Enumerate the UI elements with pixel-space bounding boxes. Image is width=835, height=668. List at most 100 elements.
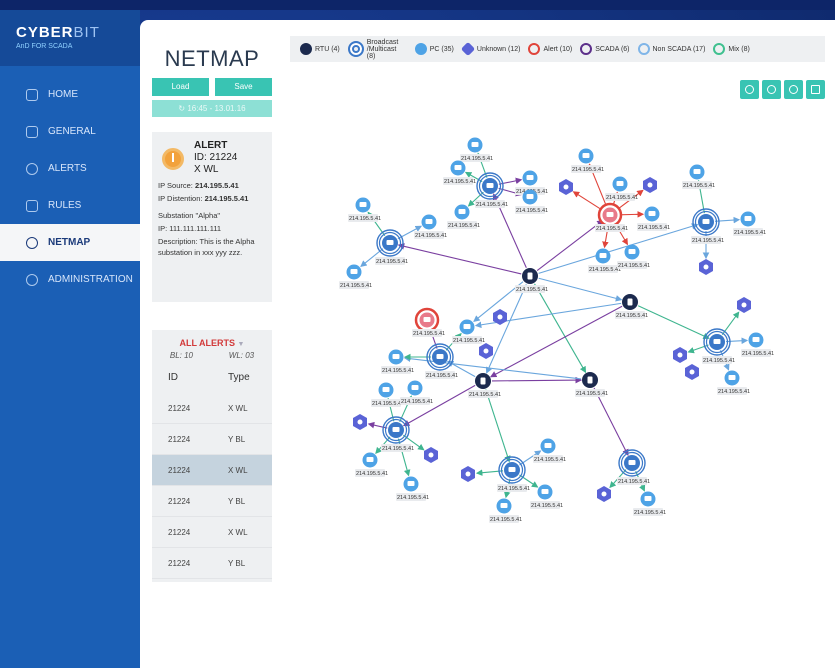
node-label: 214.195.5.41 [415, 233, 447, 239]
network-node-pc[interactable]: 214.195.5.41 [637, 206, 670, 232]
legend-scada[interactable]: SCADA (6) [580, 43, 630, 55]
node-label: 214.195.5.41 [534, 457, 566, 463]
legend-non-scada[interactable]: Non SCADA (17) [637, 43, 705, 55]
network-node-unk[interactable] [479, 343, 493, 359]
network-node-unk[interactable] [643, 177, 657, 193]
network-node-unk[interactable] [424, 447, 438, 463]
network-node-pc[interactable]: 214.195.5.41 [633, 491, 666, 517]
network-map[interactable]: 214.195.5.41 214.195.5.41 214.195.5.41 214.… [185, 100, 825, 540]
sidebar-item-alerts[interactable]: ALERTS [0, 150, 140, 187]
network-node-pc[interactable]: 214.195.5.41 [605, 176, 638, 202]
brand-sub: AnD FOR SCADA [16, 43, 73, 50]
legend-label: Mix (8) [728, 45, 750, 53]
network-node-pc[interactable]: 214.195.5.41 [733, 211, 766, 237]
network-node-unk[interactable] [699, 259, 713, 275]
network-node-alert[interactable]: 214.195.5.41 [412, 307, 445, 337]
network-node-pc[interactable]: 214.195.5.41 [588, 248, 621, 274]
node-label: 214.195.5.41 [372, 401, 404, 407]
network-node-pc[interactable]: 214.195.5.41 [460, 137, 493, 163]
load-button[interactable]: Load [152, 78, 209, 96]
network-node-pc[interactable]: 214.195.5.41 [489, 498, 522, 524]
legend-alert[interactable]: Alert (10) [528, 43, 572, 55]
network-node-pc[interactable]: 214.195.5.41 [355, 452, 388, 478]
node-label: 214.195.5.41 [692, 238, 724, 244]
general-icon [26, 125, 38, 138]
scada-icon [580, 43, 593, 55]
center-icon[interactable] [740, 80, 759, 99]
network-nodes: 214.195.5.41 214.195.5.41 214.195.5.41 214.… [339, 137, 774, 524]
network-node-bc[interactable]: 214.195.5.41 [375, 229, 408, 265]
node-label: 214.195.5.41 [703, 358, 735, 364]
legend-broadcast[interactable]: Broadcast /Multicast (8) [347, 38, 407, 60]
network-node-pc[interactable]: 214.195.5.41 [396, 476, 429, 502]
network-node-rtu[interactable]: 214.195.5.41 [575, 372, 608, 397]
network-node-unk[interactable] [461, 466, 475, 482]
row-id: 21224 [168, 558, 191, 568]
network-node-pc[interactable]: 214.195.5.41 [682, 164, 715, 190]
network-node-bc[interactable]: 214.195.5.41 [475, 172, 508, 208]
network-node-pc[interactable]: 214.195.5.41 [348, 197, 381, 223]
legend-mix[interactable]: Mix (8) [713, 43, 750, 55]
legend-label: PC (35) [429, 45, 454, 53]
network-node-unk[interactable] [597, 486, 611, 502]
row-type: Y BL [228, 558, 246, 568]
sidebar-item-rules[interactable]: RULES [0, 187, 140, 224]
network-node-bc[interactable]: 214.195.5.41 [691, 208, 724, 244]
network-node-rtu[interactable]: 214.195.5.41 [468, 373, 501, 398]
network-node-pc[interactable]: 214.195.5.41 [530, 484, 563, 510]
legend-pc[interactable]: PC (35) [414, 43, 454, 55]
sidebar-item-home[interactable]: HOME [0, 76, 140, 113]
node-label: 214.195.5.41 [618, 479, 650, 485]
sidebar-item-administration[interactable]: ADMINISTRATION [0, 261, 140, 298]
network-node-pc[interactable]: 214.195.5.41 [371, 382, 404, 408]
network-link [725, 337, 749, 345]
network-node-pc[interactable]: 214.195.5.41 [443, 160, 476, 186]
network-node-pc[interactable]: 214.195.5.41 [381, 349, 414, 375]
network-node-alert[interactable]: 214.195.5.41 [595, 202, 628, 232]
legend-bar: RTU (4) Broadcast /Multicast (8) PC (35)… [290, 36, 825, 62]
legend-unknown[interactable]: Unknown (12) [460, 41, 520, 57]
network-node-pc[interactable]: 214.195.5.41 [533, 438, 566, 464]
save-button[interactable]: Save [215, 78, 272, 96]
network-link [618, 211, 645, 218]
node-label: 214.195.5.41 [401, 399, 433, 405]
sidebar-item-label: ALERTS [48, 163, 87, 174]
network-node-pc[interactable]: 214.195.5.41 [400, 380, 433, 406]
network-node-pc[interactable]: 214.195.5.41 [414, 214, 447, 240]
node-label: 214.195.5.41 [490, 517, 522, 523]
node-label: 214.195.5.41 [531, 503, 563, 509]
node-label: 214.195.5.41 [382, 446, 414, 452]
node-label: 214.195.5.41 [356, 471, 388, 477]
network-node-unk[interactable] [353, 414, 367, 430]
network-node-bc[interactable]: 214.195.5.41 [617, 449, 650, 485]
network-node-bc[interactable]: 214.195.5.41 [702, 328, 735, 364]
table-row[interactable]: 21224 Y BL [152, 548, 272, 579]
sidebar-item-label: GENERAL [48, 126, 96, 137]
rtu-icon [300, 43, 312, 55]
network-node-pc[interactable]: 214.195.5.41 [452, 319, 485, 345]
legend-label: Broadcast /Multicast (8) [366, 38, 399, 60]
network-node-unk[interactable] [685, 364, 699, 380]
network-node-unk[interactable] [673, 347, 687, 363]
brand-name-b: BIT [73, 24, 100, 41]
legend-rtu[interactable]: RTU (4) [300, 43, 340, 55]
network-node-pc[interactable]: 214.195.5.41 [741, 332, 774, 358]
zoom-in-icon[interactable] [762, 80, 781, 99]
sidebar-item-general[interactable]: GENERAL [0, 113, 140, 150]
node-label: 214.195.5.41 [683, 183, 715, 189]
sidebar-item-netmap[interactable]: NETMAP [0, 224, 148, 261]
network-node-rtu[interactable]: 214.195.5.41 [615, 294, 648, 319]
fit-screen-icon[interactable] [806, 80, 825, 99]
brand-name: CYBER [16, 24, 74, 41]
network-node-pc[interactable]: 214.195.5.41 [339, 264, 372, 290]
network-node-bc[interactable]: 214.195.5.41 [425, 343, 458, 379]
node-label: 214.195.5.41 [444, 179, 476, 185]
network-node-pc[interactable]: 214.195.5.41 [447, 204, 480, 230]
zoom-out-icon[interactable] [784, 80, 803, 99]
network-node-unk[interactable] [559, 179, 573, 195]
network-node-pc[interactable]: 214.195.5.41 [571, 148, 604, 174]
node-label: 214.195.5.41 [376, 259, 408, 265]
network-node-unk[interactable] [737, 297, 751, 313]
network-node-bc[interactable]: 214.195.5.41 [497, 456, 530, 492]
network-node-pc[interactable]: 214.195.5.41 [717, 370, 750, 396]
